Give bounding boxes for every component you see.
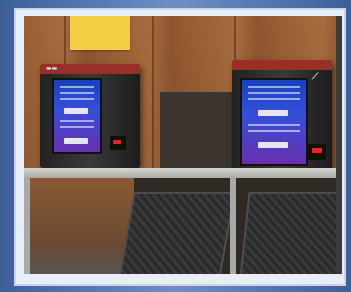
kiosk-left-screen	[52, 78, 102, 154]
support-post	[24, 178, 30, 274]
screen-button	[64, 108, 88, 114]
screen-button	[258, 110, 288, 116]
screen-text-line	[60, 126, 94, 128]
back-panel	[160, 92, 234, 178]
card-reader-light	[113, 140, 121, 144]
kiosk-brand-mark: ▬▬	[46, 65, 58, 72]
kiosk-left: ▬▬	[40, 64, 140, 168]
kiosk-right: ⟋	[232, 60, 332, 182]
kiosk-logo: ⟋	[312, 72, 319, 82]
screen-text-line	[248, 130, 300, 132]
kiosk-right-screen	[240, 78, 308, 166]
yellow-sign	[70, 16, 130, 50]
counter-shelf	[24, 168, 342, 178]
screen-text-line	[60, 98, 94, 100]
right-edge	[336, 16, 342, 274]
screen-button	[258, 142, 288, 148]
bag-bin-right	[239, 192, 342, 274]
floor	[24, 178, 134, 274]
card-reader-light	[312, 148, 322, 153]
screen-text-line	[248, 92, 300, 94]
bin-divider-rail	[230, 178, 236, 274]
screen-text-line	[60, 86, 94, 88]
wall-seam	[152, 16, 154, 178]
screen-button	[64, 138, 88, 144]
screen-text-line	[248, 86, 300, 88]
screen-text-line	[60, 92, 94, 94]
screen-text-line	[248, 98, 300, 100]
screen-text-line	[60, 120, 94, 122]
bag-bin-left	[118, 192, 236, 274]
screen-text-line	[248, 124, 300, 126]
photo: ▬▬ ⟋	[24, 16, 342, 274]
kiosk-header	[232, 60, 332, 70]
